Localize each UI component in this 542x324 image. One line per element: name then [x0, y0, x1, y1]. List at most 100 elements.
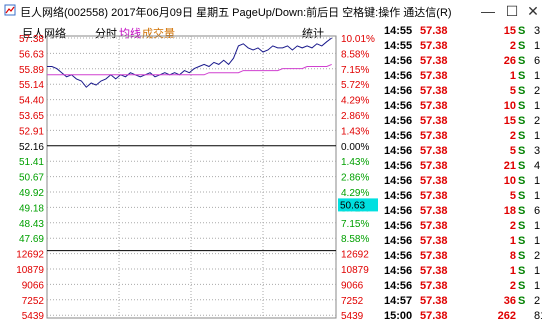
tick-volume: 5 [509, 190, 516, 202]
title-bar: 巨人网络(002558) 2017年06月09日 星期五 PageUp/Down… [0, 0, 542, 22]
tick-count: 1 [534, 70, 541, 82]
tick-volume: 2 [509, 280, 516, 292]
volume-tick-label: 7252 [22, 296, 45, 307]
tick-volume: 21 [503, 160, 516, 172]
tick-direction: S [518, 175, 526, 187]
tick-time: 14:56 [384, 115, 413, 127]
tick-time: 14:56 [384, 250, 413, 262]
tick-list[interactable]: 14:55 57.38 15 S 3 14:55 57.38 2 S 1 14:56 57.38 26 S… [380, 22, 542, 322]
price-tick-label: 57.38 [19, 34, 44, 45]
tick-direction: S [518, 265, 526, 277]
price-tick-label: 48.43 [19, 219, 44, 230]
tick-volume: 5 [509, 145, 516, 157]
tick-count: 6 [534, 205, 541, 217]
minimize-button[interactable]: — [476, 2, 500, 20]
tick-price: 57.38 [420, 115, 448, 127]
tick-time: 14:56 [384, 145, 413, 157]
volume-tick-label: 12692 [16, 250, 44, 261]
tick-direction: S [518, 130, 526, 142]
tick-count: 1 [534, 235, 541, 247]
tick-volume: 10 [503, 175, 516, 187]
tick-row: 14:56 57.38 15 S 2 [380, 114, 542, 129]
tick-count: 2 [534, 295, 541, 307]
tick-volume: 1 [509, 235, 516, 247]
tick-volume: 10 [503, 100, 516, 112]
tick-direction: S [518, 100, 526, 112]
pct-tick-label: 1.43% [341, 126, 369, 137]
tick-count: 1 [534, 220, 541, 232]
pct-tick-label: 4.29% [341, 96, 369, 107]
tick-row: 14:56 57.38 1 S 1 [380, 234, 542, 249]
tick-direction: S [518, 280, 526, 292]
price-tick-label: 52.91 [19, 126, 44, 137]
tick-row: 14:56 57.38 10 S 1 [380, 174, 542, 189]
tick-volume: 1 [509, 70, 516, 82]
price-tick-label: 54.40 [19, 96, 44, 107]
price-tick-label: 47.69 [19, 234, 44, 245]
tick-count: 2 [534, 115, 541, 127]
pct-tick-label: 2.86% [341, 111, 369, 122]
tick-direction: S [518, 85, 526, 97]
tick-time: 14:56 [384, 235, 413, 247]
price-tick-label: 50.67 [19, 173, 44, 184]
price-tick-label: 55.14 [19, 80, 44, 91]
tick-price: 57.38 [420, 70, 448, 82]
tick-direction: S [518, 55, 526, 67]
volume-tick-label: 5439 [22, 311, 45, 322]
tick-volume: 8 [509, 250, 516, 262]
pct-tick-label: 8.58% [341, 49, 369, 60]
tick-row: 14:56 57.38 2 S 1 [380, 129, 542, 144]
tick-row: 14:56 57.38 21 S 4 [380, 159, 542, 174]
tick-price: 57.38 [420, 310, 448, 322]
pct-tick-label: 0.00% [341, 142, 369, 153]
pct-tick-label: 10.01% [341, 34, 375, 45]
tick-count: 1 [534, 280, 541, 292]
tick-price: 57.38 [420, 85, 448, 97]
price-tick-label: 49.18 [19, 203, 44, 214]
tick-count: 81 [534, 310, 542, 322]
tick-direction: S [518, 295, 526, 307]
tick-count: 4 [534, 160, 541, 172]
tick-row: 14:57 57.38 36 S 2 [380, 294, 542, 309]
close-button[interactable]: ✕ [521, 2, 542, 20]
tick-time: 14:55 [384, 25, 413, 37]
tick-direction: S [518, 145, 526, 157]
tick-price: 57.38 [420, 190, 448, 202]
price-tick-label: 52.16 [19, 142, 44, 153]
tick-direction: S [518, 70, 526, 82]
tick-time: 14:56 [384, 280, 413, 292]
tick-time: 14:55 [384, 40, 413, 52]
tick-price: 57.38 [420, 295, 448, 307]
tick-count: 1 [534, 40, 541, 52]
window-title: 巨人网络(002558) 2017年06月09日 星期五 PageUp/Down… [20, 7, 452, 19]
tick-count: 1 [534, 265, 541, 277]
pct-tick-label: 4.29% [341, 188, 369, 199]
tick-price: 57.38 [420, 250, 448, 262]
tick-direction: S [518, 160, 526, 172]
tick-time: 14:56 [384, 175, 413, 187]
tick-direction: S [518, 235, 526, 247]
tick-price: 57.38 [420, 100, 448, 112]
price-tick-label: 53.65 [19, 111, 44, 122]
tick-direction: S [518, 115, 526, 127]
tick-time: 14:56 [384, 205, 413, 217]
tick-time: 15:00 [384, 310, 413, 322]
tick-price: 57.38 [420, 235, 448, 247]
tick-price: 57.38 [420, 130, 448, 142]
pct-tick-label: 7.15% [341, 219, 369, 230]
tick-count: 3 [534, 145, 541, 157]
tick-volume: 15 [503, 25, 516, 37]
tick-row: 14:56 57.38 1 S 1 [380, 264, 542, 279]
tick-volume: 15 [503, 115, 516, 127]
pct-tick-label: 5.72% [341, 80, 369, 91]
tick-row: 14:56 57.38 8 S 2 [380, 249, 542, 264]
tick-row: 14:56 57.38 5 S 1 [380, 189, 542, 204]
tick-row: 14:56 57.38 2 S 1 [380, 279, 542, 294]
pct-tick-label: 2.86% [341, 173, 369, 184]
tick-price: 57.38 [420, 265, 448, 277]
tick-time: 14:56 [384, 190, 413, 202]
price-tick-label: 56.63 [19, 49, 44, 60]
tick-price: 57.38 [420, 280, 448, 292]
tick-volume: 36 [503, 295, 516, 307]
tick-price: 57.38 [420, 205, 448, 217]
